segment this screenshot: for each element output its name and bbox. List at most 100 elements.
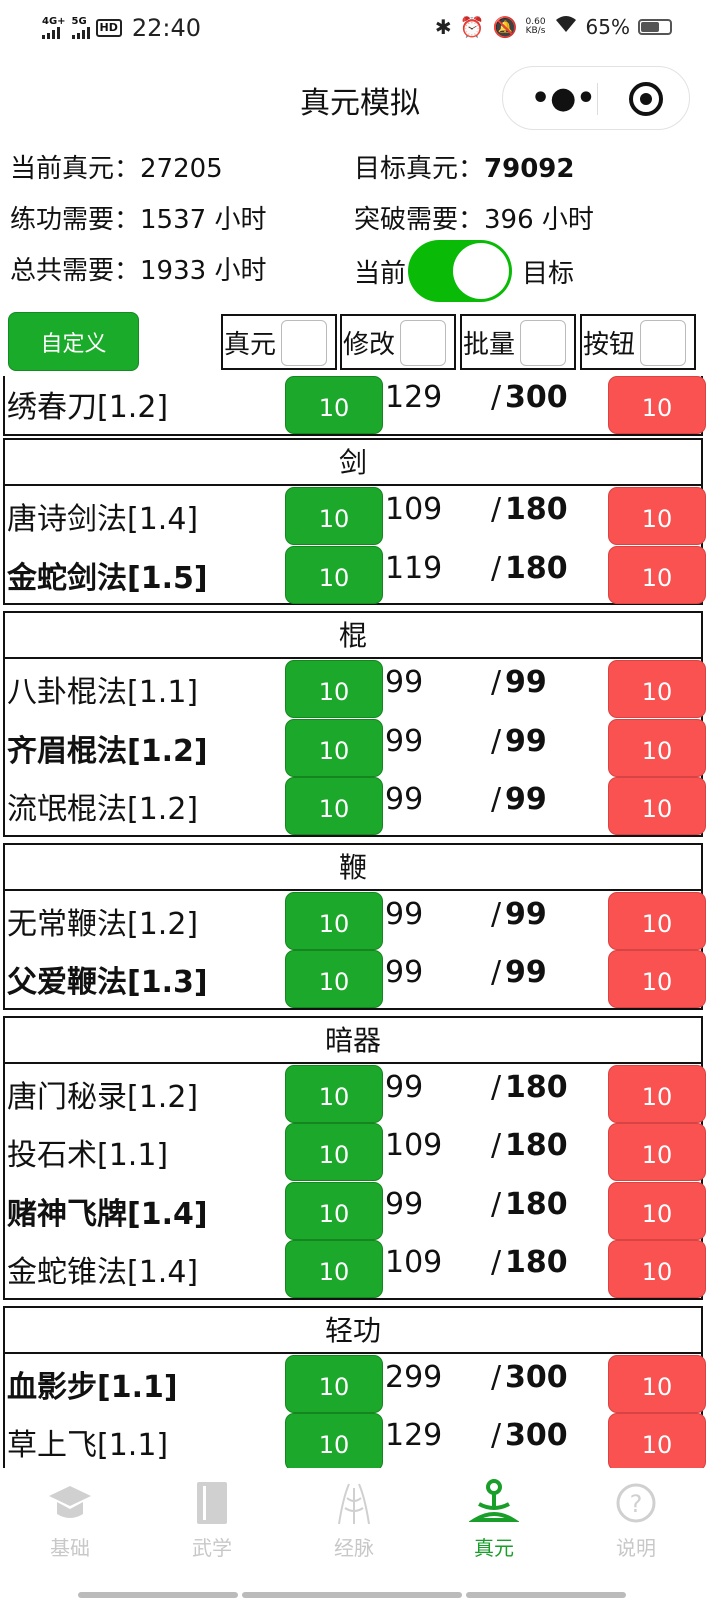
add-button[interactable]: 10 [285,1064,383,1123]
add-button[interactable]: 10 [285,950,383,1008]
hd-voice-icon: HD [95,19,122,37]
skill-name: 齐眉棍法[1.2] [7,733,208,769]
current-level: 99 [385,896,424,932]
current-level: 109 [385,1128,443,1163]
tab-basics[interactable]: 基础 [20,1478,120,1561]
subtract-button[interactable]: 10 [608,376,706,434]
breakthrough-needed: 突破需要：396 小时 [354,205,594,235]
modify-field: 修改 [340,314,456,370]
zhenyuan-field: 真元 [221,314,337,370]
add-button[interactable]: 10 [285,718,383,777]
meditation-icon [468,1478,520,1528]
list-item: 无常鞭法[1.2] 10 99 99 10/ [5,891,706,950]
subtract-button[interactable]: 10 [608,660,706,718]
current-target-switch-group: 当前 目标 [354,240,574,302]
subtract-button[interactable]: 10 [608,950,706,1008]
subtract-button[interactable]: 10 [608,1181,706,1240]
status-time: 22:40 [131,14,202,42]
tab-meridians[interactable]: 经脉 [304,1478,404,1561]
status-right: ✱ ⏰ 🔕 0.60 KB/s 65% [435,14,672,39]
subtract-button[interactable]: 10 [608,545,706,604]
subtract-button[interactable]: 10 [608,1354,706,1413]
add-button[interactable]: 10 [285,1123,383,1181]
max-level: 180 [505,492,568,527]
section-title: 鞭 [5,845,701,891]
skill-name: 绣春刀[1.2] [7,390,169,425]
subtract-button[interactable]: 10 [608,1240,706,1298]
current-target-toggle[interactable] [408,240,513,302]
switch-left-label: 当前 [354,258,407,289]
subtract-button[interactable]: 10 [608,891,706,950]
section-2: 鞭无常鞭法[1.2] 10 99 99 10/父爱鞭法[1.3] 10 99 99 10/ [3,842,706,1010]
add-button[interactable]: 10 [285,545,383,604]
subtract-button[interactable]: 10 [608,1123,706,1181]
max-level: 180 [505,1069,568,1105]
subtract-button[interactable]: 10 [608,1064,706,1123]
add-button[interactable]: 10 [285,660,383,718]
add-button[interactable]: 10 [285,487,383,545]
tab-zhenyuan[interactable]: 真元 [444,1478,544,1561]
current-level: 129 [385,1418,443,1453]
modify-input[interactable] [400,320,446,366]
add-button[interactable]: 10 [285,891,383,950]
capsule-divider [597,83,598,115]
add-button[interactable]: 10 [285,1354,383,1413]
section-4: 轻功 血影步[1.1] 10 299 300 10/草上飞[1.1] 10 129 300 10/ [3,1305,706,1468]
current-level: 109 [385,492,443,527]
skill-name: 无常鞭法[1.2] [7,906,199,942]
list-item: 血影步[1.1] 10 299 300 10/ [5,1354,706,1413]
slash-separator: / [491,723,502,759]
slash-separator: / [491,1128,502,1163]
status-left: 4G+ 5G HD 22:40 [42,14,201,42]
subtract-button[interactable]: 10 [608,718,706,777]
network-type-1: 4G+ [42,16,66,27]
skill-name: 赌神飞牌[1.4] [7,1196,208,1232]
add-button[interactable]: 10 [285,1240,383,1298]
close-target-icon[interactable] [629,82,663,116]
practice-needed: 练功需要：1537 小时 [10,205,267,235]
tab-martial-arts-label: 武学 [192,1536,232,1560]
slash-separator: / [491,1245,502,1280]
tab-martial-arts[interactable]: 武学 [162,1478,262,1561]
add-button[interactable]: 10 [285,777,383,835]
switch-right-label: 目标 [522,258,575,289]
skill-list[interactable]: 绣春刀[1.2] 10 129 / 300 10 剑唐诗剑法[1.4] 10 109… [0,376,720,1468]
add-button[interactable]: 10 [285,1181,383,1240]
partial-section: 绣春刀[1.2] 10 129 / 300 10 [3,376,706,436]
more-options-icon[interactable]: •●• [531,81,596,116]
batch-input[interactable] [520,320,566,366]
zhenyuan-input[interactable] [281,320,327,366]
button-input[interactable] [640,320,686,366]
slash-separator: / [491,1069,502,1105]
button-field: 按钮 [580,314,696,370]
section-title: 轻功 [5,1308,701,1354]
section-title: 棍 [5,613,701,659]
tab-meridians-label: 经脉 [334,1536,374,1560]
scroll-indicator-2 [242,1592,462,1598]
max-level: 180 [505,1245,568,1280]
tab-help[interactable]: ? 说明 [586,1478,686,1561]
skill-name: 金蛇锥法[1.4] [7,1255,199,1290]
tab-zhenyuan-label: 真元 [474,1536,514,1560]
battery-icon [638,18,672,35]
current-level: 99 [385,955,424,990]
subtract-button[interactable]: 10 [608,487,706,545]
slash-separator: / [491,896,502,932]
list-item: 唐诗剑法[1.4] 10 109 180 10/ [5,486,706,545]
max-level: 180 [505,1128,568,1163]
slash-separator: / [491,492,502,527]
subtract-button[interactable]: 10 [608,1413,706,1468]
slash-separator: / [491,955,502,990]
add-button[interactable]: 10 [285,376,383,434]
custom-button[interactable]: 自定义 [8,312,139,371]
subtract-button[interactable]: 10 [608,777,706,835]
list-item: 齐眉棍法[1.2] 10 99 99 10/ [5,718,706,777]
add-button[interactable]: 10 [285,1413,383,1468]
current-zhenyuan: 当前真元：27205 [10,154,223,184]
list-item: 金蛇锥法[1.4] 10 109 180 10/ [5,1239,706,1298]
mute-bell-icon: 🔕 [492,14,518,39]
current-level: 119 [385,550,443,586]
network-type-2: 5G [71,16,87,27]
max-level: 99 [505,782,547,817]
current-level: 99 [385,723,424,759]
